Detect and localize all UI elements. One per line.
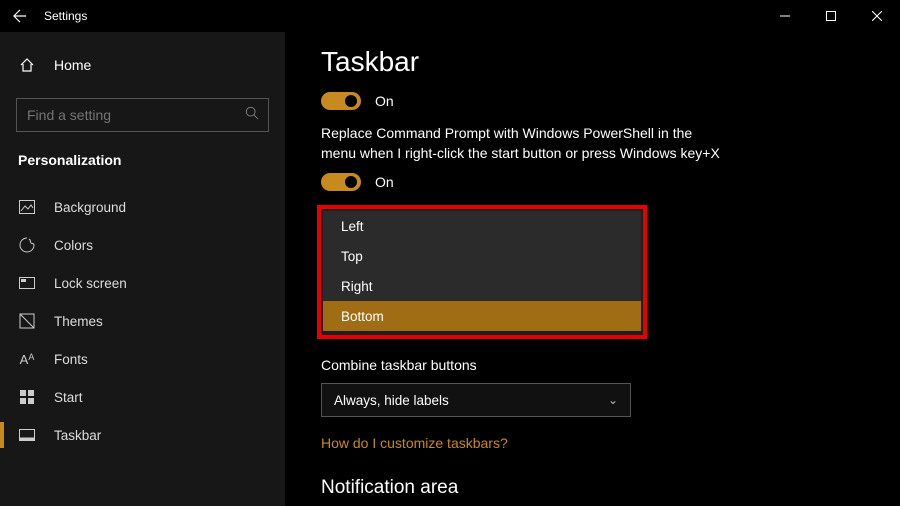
palette-icon [18, 237, 36, 253]
image-icon [18, 200, 36, 214]
content-area: Taskbar On Replace Command Prompt with W… [285, 32, 900, 506]
sidebar-item-start[interactable]: Start [0, 378, 285, 416]
settings-window: Settings Home Personalization Background [0, 0, 900, 506]
toggle-switch-1[interactable] [321, 92, 361, 110]
sidebar-item-fonts[interactable]: AA Fonts [0, 340, 285, 378]
search-icon [245, 106, 259, 125]
toggle-row-2: On [321, 173, 900, 191]
chevron-down-icon: ⌄ [608, 393, 618, 407]
toggle-label-1: On [375, 93, 394, 109]
sidebar-item-label: Background [54, 200, 126, 215]
search-wrap [16, 98, 269, 132]
themes-icon [18, 313, 36, 329]
home-icon [18, 57, 36, 73]
sidebar-section: Personalization [0, 150, 285, 188]
back-arrow-icon [13, 9, 27, 23]
location-option-top[interactable]: Top [323, 241, 641, 271]
notification-area-heading: Notification area [321, 477, 900, 499]
body: Home Personalization Background Colors L… [0, 32, 900, 506]
home-nav[interactable]: Home [0, 46, 285, 84]
dropdown-list: Left Top Right Bottom [323, 211, 641, 331]
sidebar-item-label: Lock screen [54, 276, 127, 291]
sidebar-item-label: Taskbar [54, 428, 101, 443]
sidebar-item-taskbar[interactable]: Taskbar [0, 416, 285, 454]
window-title: Settings [44, 9, 87, 23]
titlebar: Settings [0, 0, 900, 32]
minimize-icon [780, 11, 790, 21]
sidebar-item-background[interactable]: Background [0, 188, 285, 226]
sidebar-item-label: Start [54, 390, 83, 405]
sidebar-item-lockscreen[interactable]: Lock screen [0, 264, 285, 302]
start-icon [18, 390, 36, 404]
location-option-left[interactable]: Left [323, 211, 641, 241]
sidebar-item-themes[interactable]: Themes [0, 302, 285, 340]
minimize-button[interactable] [762, 0, 808, 32]
fonts-icon: AA [18, 352, 36, 367]
back-button[interactable] [8, 4, 32, 28]
lockscreen-icon [18, 277, 36, 289]
maximize-icon [826, 11, 836, 21]
maximize-button[interactable] [808, 0, 854, 32]
toggle-switch-2[interactable] [321, 173, 361, 191]
sidebar-item-colors[interactable]: Colors [0, 226, 285, 264]
sidebar-item-label: Themes [54, 314, 103, 329]
sidebar-item-label: Colors [54, 238, 93, 253]
page-title: Taskbar [321, 46, 900, 78]
combine-buttons-select[interactable]: Always, hide labels ⌄ [321, 383, 631, 417]
combine-select-value: Always, hide labels [334, 393, 449, 408]
location-option-bottom[interactable]: Bottom [323, 301, 641, 331]
toggle-label-2: On [375, 174, 394, 190]
location-option-right[interactable]: Right [323, 271, 641, 301]
window-controls [762, 0, 900, 32]
taskbar-icon [18, 429, 36, 441]
sidebar-item-label: Fonts [54, 352, 88, 367]
toggle-row-1: On [321, 92, 900, 110]
close-button[interactable] [854, 0, 900, 32]
sidebar: Home Personalization Background Colors L… [0, 32, 285, 506]
help-link[interactable]: How do I customize taskbars? [321, 435, 508, 451]
search-input[interactable] [16, 98, 269, 132]
combine-label: Combine taskbar buttons [321, 357, 900, 373]
close-icon [872, 11, 882, 21]
replace-cmd-description: Replace Command Prompt with Windows Powe… [321, 124, 721, 163]
taskbar-location-dropdown-open: Left Top Right Bottom [317, 205, 647, 339]
home-label: Home [54, 57, 91, 73]
